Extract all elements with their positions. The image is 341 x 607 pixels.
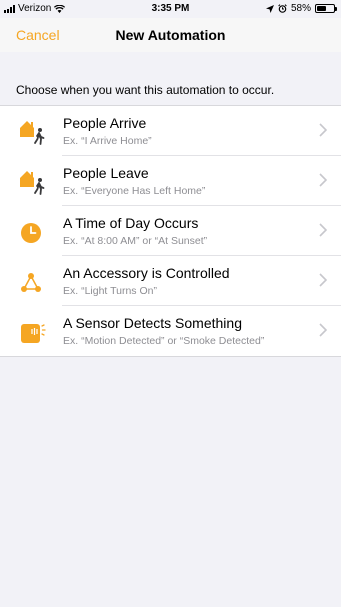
trigger-title: A Time of Day Occurs <box>63 215 199 231</box>
person-leave-home-icon <box>20 171 45 195</box>
trigger-accessory-controlled[interactable]: An Accessory is Controlled Ex. “Light Tu… <box>0 256 341 306</box>
trigger-people-arrive[interactable]: People Arrive Ex. “I Arrive Home” <box>0 106 341 156</box>
navigation-bar: Cancel New Automation <box>0 18 341 52</box>
page-title: New Automation <box>115 27 226 43</box>
chevron-right-icon <box>319 123 327 137</box>
trigger-title: An Accessory is Controlled <box>63 265 230 281</box>
sensor-icon <box>21 324 46 343</box>
battery-percent: 58% <box>290 3 311 14</box>
trigger-subtitle: Ex. “At 8:00 AM” or “At Sunset” <box>63 235 208 247</box>
trigger-subtitle: Ex. “I Arrive Home” <box>63 135 152 147</box>
trigger-title: People Leave <box>63 165 149 181</box>
trigger-title: A Sensor Detects Something <box>63 315 242 331</box>
trigger-subtitle: Ex. “Everyone Has Left Home” <box>63 185 206 197</box>
trigger-subtitle: Ex. “Motion Detected” or “Smoke Detected… <box>63 335 265 347</box>
accessory-network-icon <box>21 273 41 292</box>
trigger-title: People Arrive <box>63 115 147 131</box>
chevron-right-icon <box>319 173 327 187</box>
battery-level <box>317 6 327 11</box>
clock-icon <box>21 223 41 243</box>
battery-icon <box>315 4 337 13</box>
chevron-right-icon <box>319 223 327 237</box>
trigger-list: People Arrive Ex. “I Arrive Home” People… <box>0 105 341 357</box>
trigger-people-leave[interactable]: People Leave Ex. “Everyone Has Left Home… <box>0 156 341 206</box>
status-right: 58% <box>265 3 337 14</box>
chevron-right-icon <box>319 273 327 287</box>
person-arrive-home-icon <box>20 121 45 145</box>
trigger-time-of-day[interactable]: A Time of Day Occurs Ex. “At 8:00 AM” or… <box>0 206 341 256</box>
location-arrow-icon <box>265 4 274 13</box>
section-header: Choose when you want this automation to … <box>16 83 275 97</box>
status-bar: Verizon 3:35 PM 58% <box>0 0 341 18</box>
alarm-clock-icon <box>278 4 287 13</box>
chevron-right-icon <box>319 323 327 337</box>
trigger-sensor-detects[interactable]: A Sensor Detects Something Ex. “Motion D… <box>0 306 341 356</box>
trigger-subtitle: Ex. “Light Turns On” <box>63 285 157 297</box>
